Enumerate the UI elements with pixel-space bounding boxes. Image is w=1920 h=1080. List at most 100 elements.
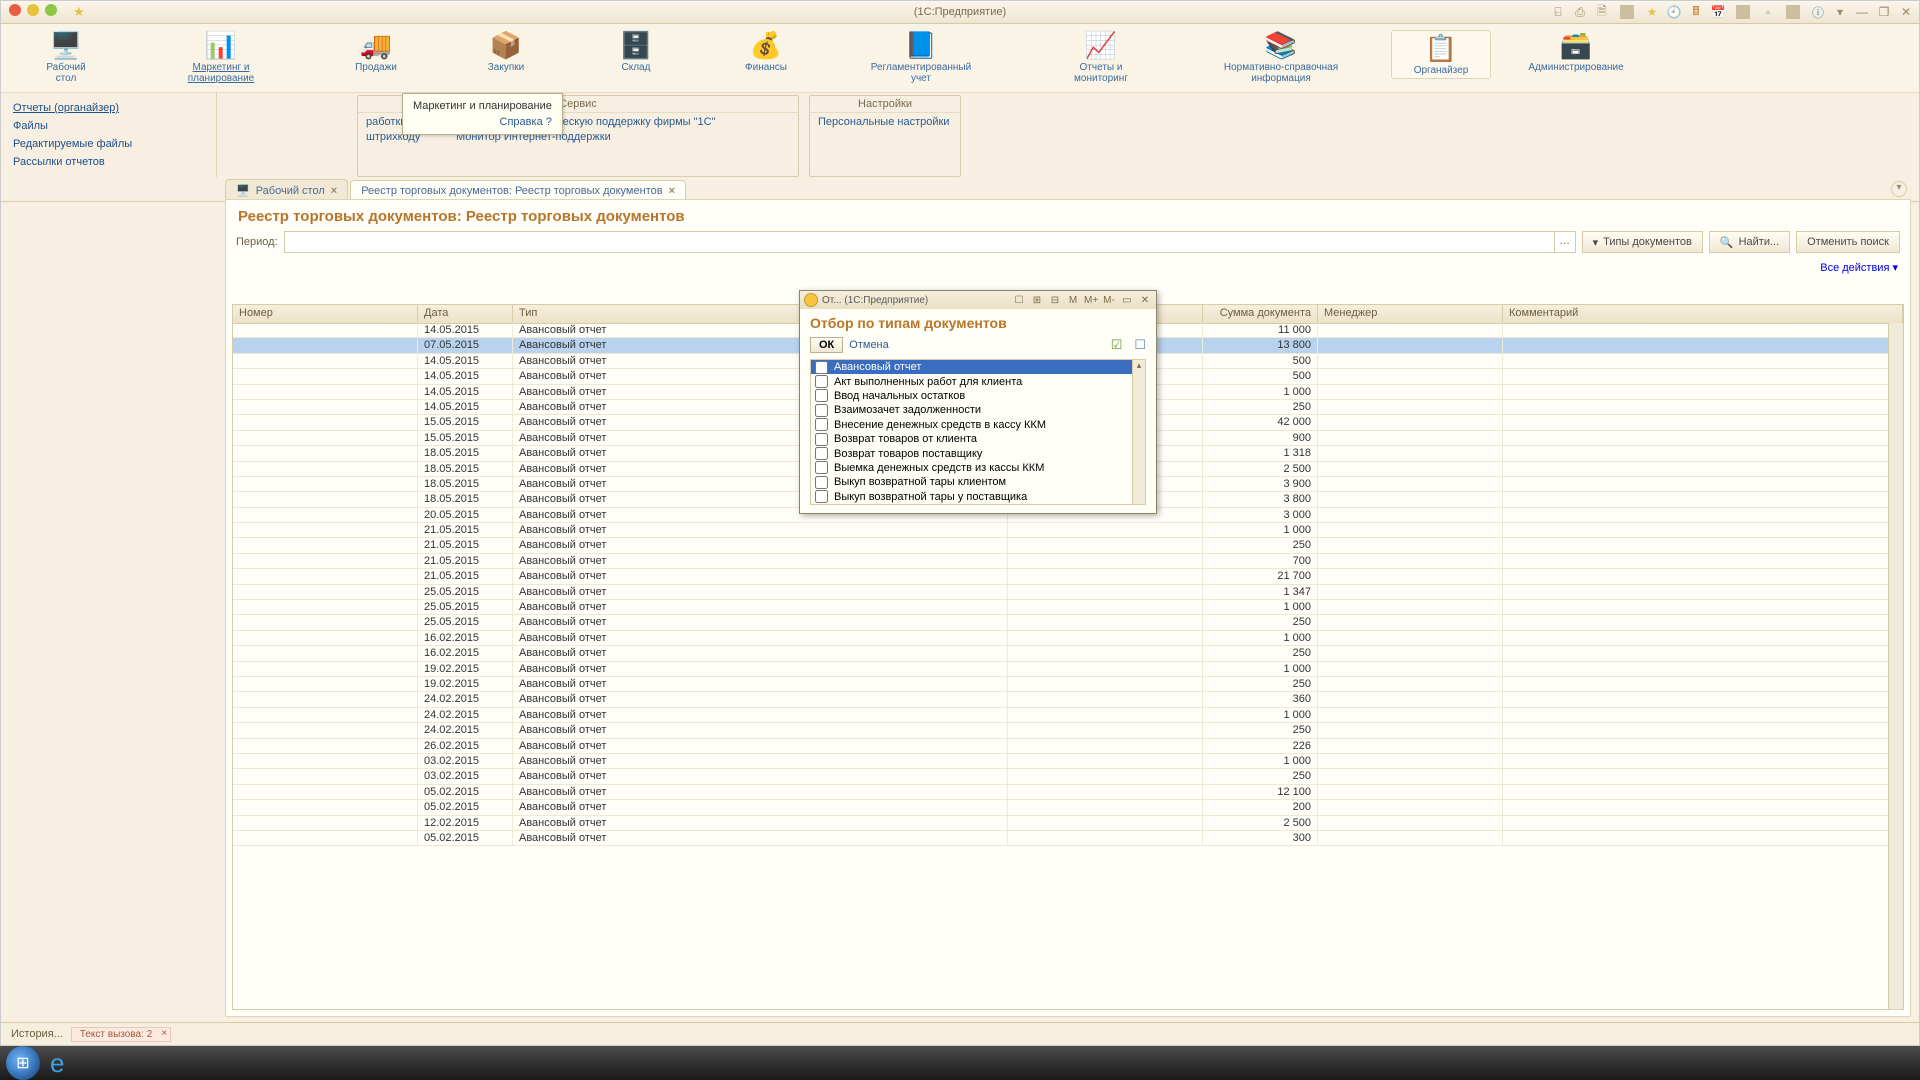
table-row[interactable]: 21.05.2015Авансовый отчет250 (233, 538, 1889, 553)
item-checkbox[interactable] (815, 389, 828, 402)
dialog-list-item[interactable]: Взаимозачет задолженности (811, 403, 1145, 417)
section-5[interactable]: 💰Финансы (721, 30, 811, 73)
dialog-list-item[interactable]: Возврат товаров поставщику (811, 446, 1145, 460)
section-4[interactable]: 🗄️Склад (591, 30, 681, 73)
section-0[interactable]: 🖥️Рабочийстол (21, 30, 111, 84)
left-nav-link[interactable]: Редактируемые файлы (1, 135, 216, 153)
table-row[interactable]: 21.05.2015Авансовый отчет700 (233, 554, 1889, 569)
tb-doc-icon[interactable]: 🗎 (1595, 5, 1609, 19)
tooltip-help-link[interactable]: Справка ? (413, 116, 552, 128)
section-9[interactable]: 📋Органайзер (1391, 30, 1491, 79)
find-button[interactable]: 🔍Найти... (1709, 231, 1790, 253)
section-10[interactable]: 🗃️Администрирование (1531, 30, 1621, 73)
table-row[interactable]: 16.02.2015Авансовый отчет1 000 (233, 631, 1889, 646)
tb-clock-icon[interactable]: 🕘 (1667, 5, 1681, 19)
item-checkbox[interactable] (815, 433, 828, 446)
tb-calc-icon[interactable]: 🖩 (1689, 5, 1703, 19)
tb-nav-icon[interactable]: ⍇ (1551, 5, 1565, 19)
history-pill[interactable]: Текст вызова: 2× (71, 1027, 171, 1042)
ie-icon[interactable]: e (50, 1048, 64, 1079)
tb-min-icon[interactable]: — (1855, 5, 1869, 19)
item-checkbox[interactable] (815, 404, 828, 417)
tb-star-icon[interactable]: ★ (1645, 5, 1659, 19)
tb-restore-icon[interactable]: ❐ (1877, 5, 1891, 19)
dlg-tb-icon[interactable]: ⊟ (1048, 295, 1062, 306)
tb-dropdown-icon[interactable]: ▾ (1833, 5, 1847, 19)
dialog-ok-button[interactable]: ОК (810, 337, 843, 353)
tab[interactable]: Реестр торговых документов: Реестр торго… (350, 180, 686, 201)
doc-types-button[interactable]: ▾Типы документов (1582, 231, 1703, 253)
table-row[interactable]: 19.02.2015Авансовый отчет1 000 (233, 662, 1889, 677)
tab-close-icon[interactable]: × (669, 185, 675, 197)
dialog-list-item[interactable]: Выкуп возвратной тары у поставщика (811, 490, 1145, 504)
table-row[interactable]: 25.05.2015Авансовый отчет1 347 (233, 585, 1889, 600)
tb-help-icon[interactable]: ⓘ (1811, 5, 1825, 19)
dlg-tb-icon[interactable]: M (1066, 295, 1080, 306)
table-row[interactable]: 19.02.2015Авансовый отчет250 (233, 677, 1889, 692)
dialog-list-item[interactable]: Выемка денежных средств из кассы ККМ (811, 461, 1145, 475)
win-close-icon[interactable] (9, 4, 21, 16)
period-picker-button[interactable]: … (1554, 232, 1575, 252)
table-row[interactable]: 26.02.2015Авансовый отчет226 (233, 739, 1889, 754)
dialog-scrollbar[interactable]: ▴ (1132, 360, 1145, 504)
item-checkbox[interactable] (815, 461, 828, 474)
table-row[interactable]: 24.02.2015Авансовый отчет360 (233, 692, 1889, 707)
section-6[interactable]: 📘Регламентированныйучет (851, 30, 991, 84)
dialog-list-item[interactable]: Акт выполненных работ для клиента (811, 374, 1145, 388)
tabs-expand-icon[interactable]: ▾ (1891, 181, 1907, 197)
table-row[interactable]: 05.02.2015Авансовый отчет200 (233, 800, 1889, 815)
tb-print-icon[interactable]: ⎙ (1573, 5, 1587, 19)
col-sum[interactable]: Сумма документа (1203, 305, 1318, 323)
dialog-list-item[interactable]: Ввод начальных остатков (811, 389, 1145, 403)
item-checkbox[interactable] (815, 418, 828, 431)
col-number[interactable]: Номер (233, 305, 418, 323)
dlg-max-icon[interactable]: ▭ (1120, 295, 1134, 306)
col-manager[interactable]: Менеджер (1318, 305, 1503, 323)
clear-search-button[interactable]: Отменить поиск (1796, 231, 1900, 253)
table-row[interactable]: 16.02.2015Авансовый отчет250 (233, 646, 1889, 661)
item-checkbox[interactable] (815, 361, 828, 374)
dialog-list-item[interactable]: Внесение денежных средств в кассу ККМ (811, 418, 1145, 432)
all-actions-link[interactable]: Все действия ▾ (1820, 262, 1898, 274)
table-row[interactable]: 24.02.2015Авансовый отчет1 000 (233, 708, 1889, 723)
dialog-list-item[interactable]: Авансовый отчет (811, 360, 1145, 374)
tb-blank-icon[interactable]: ▫ (1761, 5, 1775, 19)
favorite-icon[interactable]: ★ (73, 4, 85, 20)
col-date[interactable]: Дата (418, 305, 513, 323)
item-checkbox[interactable] (815, 375, 828, 388)
dialog-cancel-link[interactable]: Отмена (849, 339, 888, 351)
win-max-icon[interactable] (45, 4, 57, 16)
tb-cal-icon[interactable]: 📅 (1711, 5, 1725, 19)
tab-close-icon[interactable]: × (331, 185, 337, 197)
table-row[interactable]: 25.05.2015Авансовый отчет250 (233, 615, 1889, 630)
section-7[interactable]: 📈Отчеты имониторинг (1031, 30, 1171, 84)
table-row[interactable]: 21.05.2015Авансовый отчет21 700 (233, 569, 1889, 584)
table-row[interactable]: 05.02.2015Авансовый отчет12 100 (233, 785, 1889, 800)
tab[interactable]: 🖥️Рабочий стол× (225, 179, 348, 201)
item-checkbox[interactable] (815, 447, 828, 460)
tb-close-icon[interactable]: ✕ (1899, 5, 1913, 19)
close-icon[interactable]: × (161, 1028, 167, 1039)
item-checkbox[interactable] (815, 476, 828, 489)
dlg-tb-icon[interactable]: M+ (1084, 295, 1098, 306)
win-min-icon[interactable] (27, 4, 39, 16)
dlg-tb-icon[interactable]: M- (1102, 295, 1116, 306)
vertical-scrollbar[interactable] (1888, 323, 1903, 1009)
section-3[interactable]: 📦Закупки (461, 30, 551, 73)
section-2[interactable]: 🚚Продажи (331, 30, 421, 73)
table-row[interactable]: 12.02.2015Авансовый отчет2 500 (233, 816, 1889, 831)
period-input[interactable] (285, 232, 1554, 252)
item-checkbox[interactable] (815, 490, 828, 503)
left-nav-link[interactable]: Отчеты (органайзер) (1, 99, 216, 117)
dlg-tb-icon[interactable]: ☐ (1012, 295, 1026, 306)
table-row[interactable]: 25.05.2015Авансовый отчет1 000 (233, 600, 1889, 615)
start-button[interactable]: ⊞ (6, 1046, 40, 1080)
history-button[interactable]: История... (11, 1028, 63, 1040)
dialog-list-item[interactable]: Выкуп возвратной тары клиентом (811, 475, 1145, 489)
left-nav-link[interactable]: Рассылки отчетов (1, 153, 216, 171)
col-comment[interactable]: Комментарий (1503, 305, 1903, 323)
dialog-list-item[interactable]: Возврат товаров от клиента (811, 432, 1145, 446)
dlg-tb-icon[interactable]: ⊞ (1030, 295, 1044, 306)
table-row[interactable]: 03.02.2015Авансовый отчет1 000 (233, 754, 1889, 769)
dlg-close-icon[interactable]: ✕ (1138, 295, 1152, 306)
